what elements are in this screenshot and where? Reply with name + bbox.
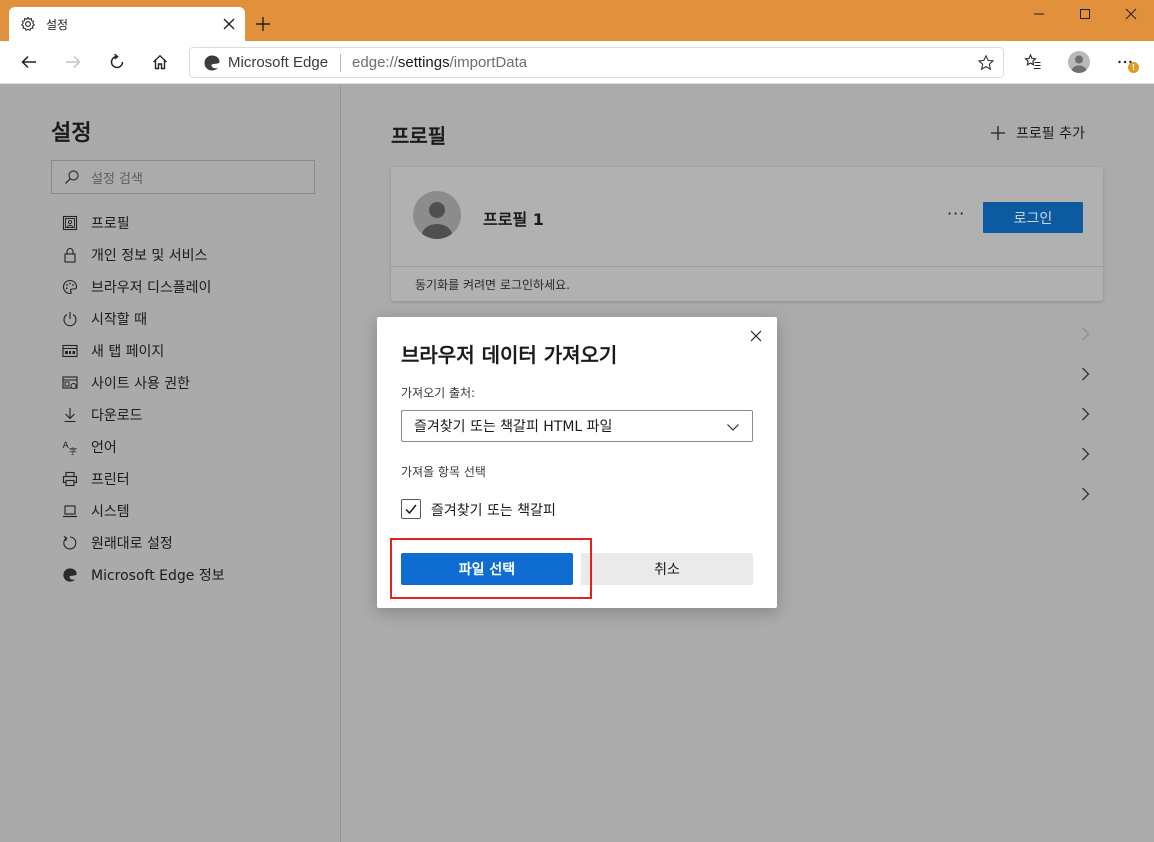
chevron-right-icon[interactable] bbox=[1077, 366, 1093, 382]
sidebar-item-label: 브라우저 디스플레이 bbox=[91, 280, 212, 296]
sidebar-item-languages[interactable]: A字 언어 bbox=[61, 431, 225, 463]
close-icon[interactable] bbox=[749, 329, 763, 343]
search-placeholder: 설정 검색 bbox=[91, 171, 143, 187]
profile-card: 프로필 1 ··· 로그인 동기화를 켜려면 로그인하세요. bbox=[391, 167, 1103, 301]
sidebar-title: 설정 bbox=[51, 121, 92, 146]
sidebar-item-label: 다운로드 bbox=[91, 408, 143, 424]
sidebar-item-downloads[interactable]: 다운로드 bbox=[61, 399, 225, 431]
checkmark-icon bbox=[405, 504, 417, 515]
power-icon bbox=[61, 310, 79, 328]
chevron-right-icon[interactable] bbox=[1077, 486, 1093, 502]
search-icon bbox=[65, 170, 79, 184]
highlight-box bbox=[390, 538, 592, 599]
address-url: edge://settings/importData bbox=[352, 54, 527, 71]
sidebar-item-label: 사이트 사용 권한 bbox=[91, 376, 191, 392]
tab-title: 설정 bbox=[46, 17, 69, 32]
profile-icon bbox=[61, 214, 79, 232]
sidebar-item-label: 언어 bbox=[91, 440, 117, 456]
favorite-star-icon[interactable] bbox=[977, 54, 995, 72]
close-tab-icon[interactable] bbox=[221, 16, 237, 32]
sidebar-item-startup[interactable]: 시작할 때 bbox=[61, 303, 225, 335]
favorites-checkbox[interactable] bbox=[401, 499, 421, 519]
url-path: /importData bbox=[449, 54, 528, 71]
download-icon bbox=[61, 406, 79, 424]
title-bar: 설정 bbox=[0, 0, 1154, 41]
profile-avatar bbox=[413, 191, 461, 239]
sidebar-item-system[interactable]: 시스템 bbox=[61, 495, 225, 527]
sidebar-item-printers[interactable]: 프린터 bbox=[61, 463, 225, 495]
profile-more-button[interactable]: ··· bbox=[947, 204, 965, 223]
sync-message: 동기화를 켜려면 로그인하세요. bbox=[415, 278, 570, 292]
sidebar-nav: 프로필 개인 정보 및 서비스 브라우저 디스플레이 시작할 때 새 탭 페이지… bbox=[61, 207, 225, 591]
sidebar-item-privacy[interactable]: 개인 정보 및 서비스 bbox=[61, 239, 225, 271]
sidebar-item-label: 개인 정보 및 서비스 bbox=[91, 248, 208, 264]
address-site-name: Microsoft Edge bbox=[228, 54, 329, 71]
favorites-list-icon[interactable] bbox=[1022, 51, 1044, 73]
sidebar-item-profile[interactable]: 프로필 bbox=[61, 207, 225, 239]
refresh-icon[interactable] bbox=[106, 51, 128, 73]
dialog-title: 브라우저 데이터 가져오기 bbox=[401, 343, 618, 367]
new-tab-page-icon bbox=[61, 342, 79, 360]
add-profile-label: 프로필 추가 bbox=[1016, 126, 1085, 142]
chevron-right-icon[interactable] bbox=[1077, 406, 1093, 422]
chevron-right-icon[interactable] bbox=[1077, 446, 1093, 462]
language-icon: A字 bbox=[61, 438, 79, 456]
profile-avatar-icon[interactable] bbox=[1068, 51, 1090, 73]
reset-icon bbox=[61, 534, 79, 552]
close-window-icon[interactable] bbox=[1108, 0, 1154, 28]
home-icon[interactable] bbox=[149, 51, 171, 73]
chevron-right-icon[interactable] bbox=[1077, 326, 1093, 342]
sidebar-item-label: 시작할 때 bbox=[91, 312, 147, 328]
import-source-label: 가져오기 출처: bbox=[401, 386, 476, 400]
maximize-icon[interactable] bbox=[1062, 0, 1108, 28]
sidebar-item-reset[interactable]: 원래대로 설정 bbox=[61, 527, 225, 559]
sidebar-item-label: 새 탭 페이지 bbox=[91, 344, 165, 360]
cancel-button[interactable]: 취소 bbox=[581, 553, 753, 585]
page-title: 프로필 bbox=[391, 124, 447, 148]
sidebar-item-label: 프린터 bbox=[91, 472, 130, 488]
minimize-icon[interactable] bbox=[1016, 0, 1062, 28]
import-items-label: 가져올 항목 선택 bbox=[401, 465, 486, 479]
import-source-value: 즐겨찾기 또는 책갈피 HTML 파일 bbox=[414, 419, 613, 435]
address-bar[interactable]: Microsoft Edge edge://settings/importDat… bbox=[189, 47, 1004, 78]
browser-toolbar: Microsoft Edge edge://settings/importDat… bbox=[0, 41, 1154, 84]
back-arrow-icon[interactable] bbox=[18, 51, 40, 73]
laptop-icon bbox=[61, 502, 79, 520]
gear-icon bbox=[20, 16, 36, 32]
profile-name: 프로필 1 bbox=[483, 210, 544, 229]
printer-icon bbox=[61, 470, 79, 488]
sidebar-item-label: 원래대로 설정 bbox=[91, 536, 173, 552]
notification-badge: ! bbox=[1128, 62, 1139, 73]
site-permissions-icon bbox=[61, 374, 79, 392]
card-divider bbox=[391, 266, 1103, 267]
sidebar-item-label: 시스템 bbox=[91, 504, 130, 520]
sidebar-item-site-permissions[interactable]: 사이트 사용 권한 bbox=[61, 367, 225, 399]
new-tab-plus-icon[interactable] bbox=[254, 15, 272, 33]
chevron-down-icon bbox=[727, 424, 739, 431]
edge-logo-icon bbox=[204, 55, 220, 70]
sidebar-item-label: 프로필 bbox=[91, 216, 130, 232]
edge-logo-icon bbox=[61, 566, 79, 584]
sidebar-item-about-edge[interactable]: Microsoft Edge 정보 bbox=[61, 559, 225, 591]
sidebar-item-new-tab[interactable]: 새 탭 페이지 bbox=[61, 335, 225, 367]
sidebar-item-appearance[interactable]: 브라우저 디스플레이 bbox=[61, 271, 225, 303]
palette-icon bbox=[61, 278, 79, 296]
settings-search-input[interactable]: 설정 검색 bbox=[51, 160, 315, 194]
login-button[interactable]: 로그인 bbox=[983, 202, 1083, 233]
address-separator bbox=[340, 53, 342, 72]
browser-tab-settings[interactable]: 설정 bbox=[9, 7, 245, 41]
add-profile-button[interactable]: 프로필 추가 bbox=[990, 123, 1085, 143]
svg-text:字: 字 bbox=[69, 446, 77, 455]
settings-sidebar: 설정 설정 검색 프로필 개인 정보 및 서비스 브라우저 디스플레이 시작할 … bbox=[0, 85, 341, 842]
forward-arrow-icon[interactable] bbox=[62, 51, 84, 73]
plus-icon bbox=[991, 126, 1005, 140]
url-host: settings bbox=[397, 54, 450, 71]
import-source-select[interactable]: 즐겨찾기 또는 책갈피 HTML 파일 bbox=[401, 410, 753, 442]
sidebar-item-label: Microsoft Edge 정보 bbox=[91, 568, 225, 584]
favorites-checkbox-label[interactable]: 즐겨찾기 또는 책갈피 bbox=[431, 500, 556, 520]
url-scheme: edge:// bbox=[352, 54, 398, 71]
lock-icon bbox=[61, 246, 79, 264]
